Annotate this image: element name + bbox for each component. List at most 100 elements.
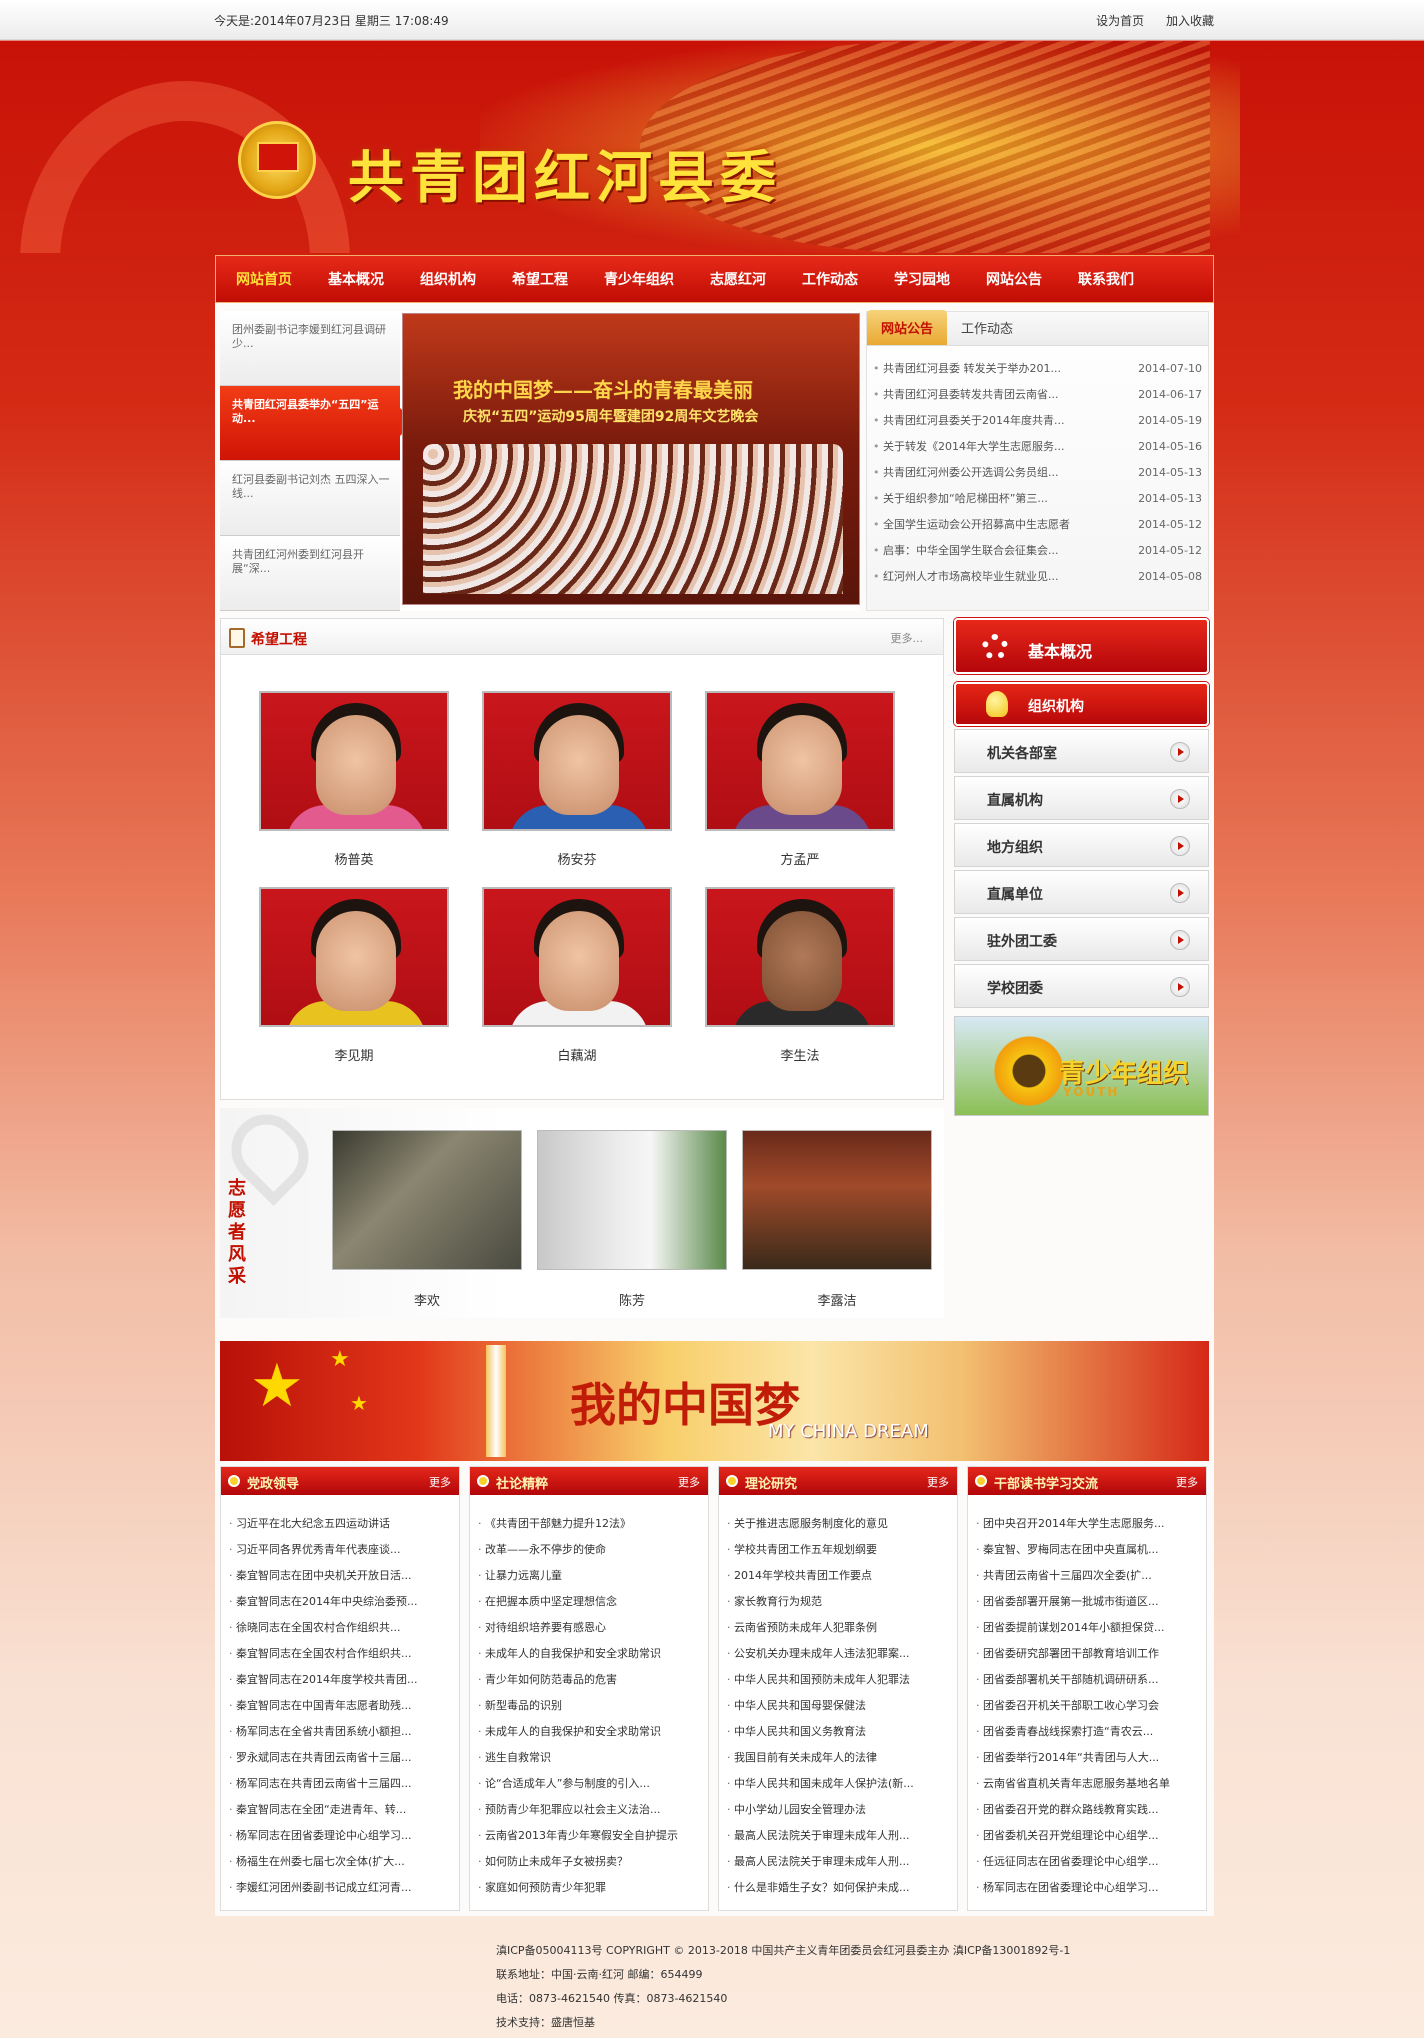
list-item[interactable]: 徐晓同志在全国农村合作组织共... bbox=[229, 1615, 451, 1641]
more-link[interactable]: 更多 bbox=[927, 1474, 949, 1490]
list-item[interactable]: 共青团云南省十三届四次全委(扩... bbox=[976, 1563, 1198, 1589]
list-item[interactable]: 预防青少年犯罪应以社会主义法治... bbox=[478, 1797, 700, 1823]
list-item[interactable]: 杨军同志在团省委理论中心组学习... bbox=[976, 1875, 1198, 1901]
list-item[interactable]: 中华人民共和国母婴保健法 bbox=[727, 1693, 949, 1719]
sidebar-item[interactable]: 地方组织 bbox=[954, 823, 1209, 867]
kid-photo[interactable] bbox=[259, 887, 449, 1027]
kid-photo[interactable] bbox=[705, 887, 895, 1027]
kid-card[interactable]: 李生法 bbox=[705, 887, 895, 1064]
add-favorite-link[interactable]: 加入收藏 bbox=[1166, 14, 1214, 28]
list-item[interactable]: 杨福生在州委七届七次全体(扩大... bbox=[229, 1849, 451, 1875]
list-item[interactable]: 团中央召开2014年大学生志愿服务... bbox=[976, 1511, 1198, 1537]
set-home-link[interactable]: 设为首页 bbox=[1096, 14, 1144, 28]
list-item[interactable]: 最高人民法院关于审理未成年人刑... bbox=[727, 1823, 949, 1849]
list-item[interactable]: 全国学生运动会公开招募高中生志愿者2014-05-12 bbox=[873, 512, 1202, 538]
nav-contact[interactable]: 联系我们 bbox=[1058, 269, 1150, 289]
list-item[interactable]: 任远征同志在团省委理论中心组学... bbox=[976, 1849, 1198, 1875]
organization-button[interactable]: 组织机构 bbox=[954, 682, 1209, 726]
list-item[interactable]: 在把握本质中坚定理想信念 bbox=[478, 1589, 700, 1615]
more-link[interactable]: 更多... bbox=[891, 630, 924, 646]
kid-card[interactable]: 李见期 bbox=[259, 887, 449, 1064]
list-item[interactable]: 未成年人的自我保护和安全求助常识 bbox=[478, 1641, 700, 1667]
list-item[interactable]: 共青团红河县委关于2014年度共青...2014-05-19 bbox=[873, 408, 1202, 434]
list-item[interactable]: 秦宜智同志在团中央机关开放日活... bbox=[229, 1563, 451, 1589]
kid-photo[interactable] bbox=[482, 887, 672, 1027]
slider-thumb[interactable]: 团州委副书记李媛到红河县调研少... bbox=[220, 311, 400, 386]
list-item[interactable]: 对待组织培养要有感恩心 bbox=[478, 1615, 700, 1641]
list-item[interactable]: 红河州人才市场高校毕业生就业见...2014-05-08 bbox=[873, 564, 1202, 590]
list-item[interactable]: 公安机关办理未成年人违法犯罪案... bbox=[727, 1641, 949, 1667]
nav-organization[interactable]: 组织机构 bbox=[400, 269, 492, 289]
sidebar-item[interactable]: 直属机构 bbox=[954, 776, 1209, 820]
volunteer-name[interactable]: 李欢 bbox=[332, 1290, 522, 1309]
volunteer-photo[interactable] bbox=[537, 1130, 727, 1270]
list-item[interactable]: 青少年如何防范毒品的危害 bbox=[478, 1667, 700, 1693]
list-item[interactable]: 团省委部署机关干部随机调研研系... bbox=[976, 1667, 1198, 1693]
volunteer-photo[interactable] bbox=[332, 1130, 522, 1270]
list-item[interactable]: 团省委部署开展第一批城市街道区... bbox=[976, 1589, 1198, 1615]
nav-home[interactable]: 网站首页 bbox=[216, 269, 308, 289]
kid-card[interactable]: 杨普英 bbox=[259, 691, 449, 868]
list-item[interactable]: 习近平同各界优秀青年代表座谈... bbox=[229, 1537, 451, 1563]
list-item[interactable]: 家庭如何预防青少年犯罪 bbox=[478, 1875, 700, 1901]
nav-hope-project[interactable]: 希望工程 bbox=[492, 269, 584, 289]
list-item[interactable]: 秦宜智同志在2014年度学校共青团... bbox=[229, 1667, 451, 1693]
list-item[interactable]: 杨军同志在全省共青团系统小额担... bbox=[229, 1719, 451, 1745]
nav-youth-org[interactable]: 青少年组织 bbox=[584, 269, 690, 289]
list-item[interactable]: 罗永斌同志在共青团云南省十三届... bbox=[229, 1745, 451, 1771]
nav-volunteer[interactable]: 志愿红河 bbox=[690, 269, 782, 289]
list-item[interactable]: 关于组织参加“哈尼梯田杯”第三...2014-05-13 bbox=[873, 486, 1202, 512]
list-item[interactable]: 团省委机关召开党组理论中心组学... bbox=[976, 1823, 1198, 1849]
list-item[interactable]: 让暴力远离儿童 bbox=[478, 1563, 700, 1589]
list-item[interactable]: 秦宜智同志在全团“走进青年、转... bbox=[229, 1797, 451, 1823]
list-item[interactable]: 《共青团干部魅力提升12法》 bbox=[478, 1511, 700, 1537]
sidebar-item[interactable]: 机关各部室 bbox=[954, 729, 1209, 773]
list-item[interactable]: 2014年学校共青团工作要点 bbox=[727, 1563, 949, 1589]
nav-notice[interactable]: 网站公告 bbox=[966, 269, 1058, 289]
slider-thumb-active[interactable]: 共青团红河县委举办“五四”运动... bbox=[220, 386, 414, 461]
list-item[interactable]: 逃生自救常识 bbox=[478, 1745, 700, 1771]
sidebar-item[interactable]: 学校团委 bbox=[954, 964, 1209, 1008]
list-item[interactable]: 团省委举行2014年“共青团与人大... bbox=[976, 1745, 1198, 1771]
list-item[interactable]: 杨军同志在团省委理论中心组学习... bbox=[229, 1823, 451, 1849]
kid-name[interactable]: 李生法 bbox=[705, 1045, 895, 1064]
list-item[interactable]: 学校共青团工作五年规划纲要 bbox=[727, 1537, 949, 1563]
kid-card[interactable]: 白藕湖 bbox=[482, 887, 672, 1064]
list-item[interactable]: 杨军同志在共青团云南省十三届四... bbox=[229, 1771, 451, 1797]
list-item[interactable]: 团省委召开党的群众路线教育实践... bbox=[976, 1797, 1198, 1823]
list-item[interactable]: 最高人民法院关于审理未成年人刑... bbox=[727, 1849, 949, 1875]
kid-name[interactable]: 白藕湖 bbox=[482, 1045, 672, 1064]
list-item[interactable]: 团省委提前谋划2014年小额担保贷... bbox=[976, 1615, 1198, 1641]
list-item[interactable]: 云南省省直机关青年志愿服务基地名单 bbox=[976, 1771, 1198, 1797]
list-item[interactable]: 中小学幼儿园安全管理办法 bbox=[727, 1797, 949, 1823]
slider-thumb[interactable]: 共青团红河州委到红河县开展“深... bbox=[220, 536, 400, 611]
list-item[interactable]: 团省委研究部署团干部教育培训工作 bbox=[976, 1641, 1198, 1667]
list-item[interactable]: 如何防止未成年子女被拐卖？ bbox=[478, 1849, 700, 1875]
slider-thumb[interactable]: 红河县委副书记刘杰 五四深入一线... bbox=[220, 461, 400, 536]
kid-card[interactable]: 方孟严 bbox=[705, 691, 895, 868]
more-link[interactable]: 更多 bbox=[678, 1474, 700, 1490]
volunteer-card[interactable]: 李露洁 bbox=[742, 1130, 932, 1309]
more-link[interactable]: 更多 bbox=[1176, 1474, 1198, 1490]
list-item[interactable]: 启事：中华全国学生联合会征集会...2014-05-12 bbox=[873, 538, 1202, 564]
list-item[interactable]: 未成年人的自我保护和安全求助常识 bbox=[478, 1719, 700, 1745]
list-item[interactable]: 共青团红河州委公开选调公务员组...2014-05-13 bbox=[873, 460, 1202, 486]
list-item[interactable]: 秦宜智同志在2014年中央综治委预... bbox=[229, 1589, 451, 1615]
list-item[interactable]: 共青团红河县委 转发关于举办201...2014-07-10 bbox=[873, 356, 1202, 382]
list-item[interactable]: 关于推进志愿服务制度化的意见 bbox=[727, 1511, 949, 1537]
list-item[interactable]: 中华人民共和国义务教育法 bbox=[727, 1719, 949, 1745]
list-item[interactable]: 什么是非婚生子女？如何保护未成... bbox=[727, 1875, 949, 1901]
list-item[interactable]: 中华人民共和国预防未成年人犯罪法 bbox=[727, 1667, 949, 1693]
sidebar-item[interactable]: 直属单位 bbox=[954, 870, 1209, 914]
list-item[interactable]: 云南省预防未成年人犯罪条例 bbox=[727, 1615, 949, 1641]
list-item[interactable]: 团省委青春战线探索打造“青农云... bbox=[976, 1719, 1198, 1745]
volunteer-name[interactable]: 陈芳 bbox=[537, 1290, 727, 1309]
nav-study[interactable]: 学习园地 bbox=[874, 269, 966, 289]
list-item[interactable]: 秦宜智、罗梅同志在团中央直属机... bbox=[976, 1537, 1198, 1563]
volunteer-photo[interactable] bbox=[742, 1130, 932, 1270]
kid-photo[interactable] bbox=[705, 691, 895, 831]
list-item[interactable]: 家长教育行为规范 bbox=[727, 1589, 949, 1615]
kid-name[interactable]: 李见期 bbox=[259, 1045, 449, 1064]
list-item[interactable]: 秦宜智同志在中国青年志愿者助残... bbox=[229, 1693, 451, 1719]
list-item[interactable]: 我国目前有关未成年人的法律 bbox=[727, 1745, 949, 1771]
